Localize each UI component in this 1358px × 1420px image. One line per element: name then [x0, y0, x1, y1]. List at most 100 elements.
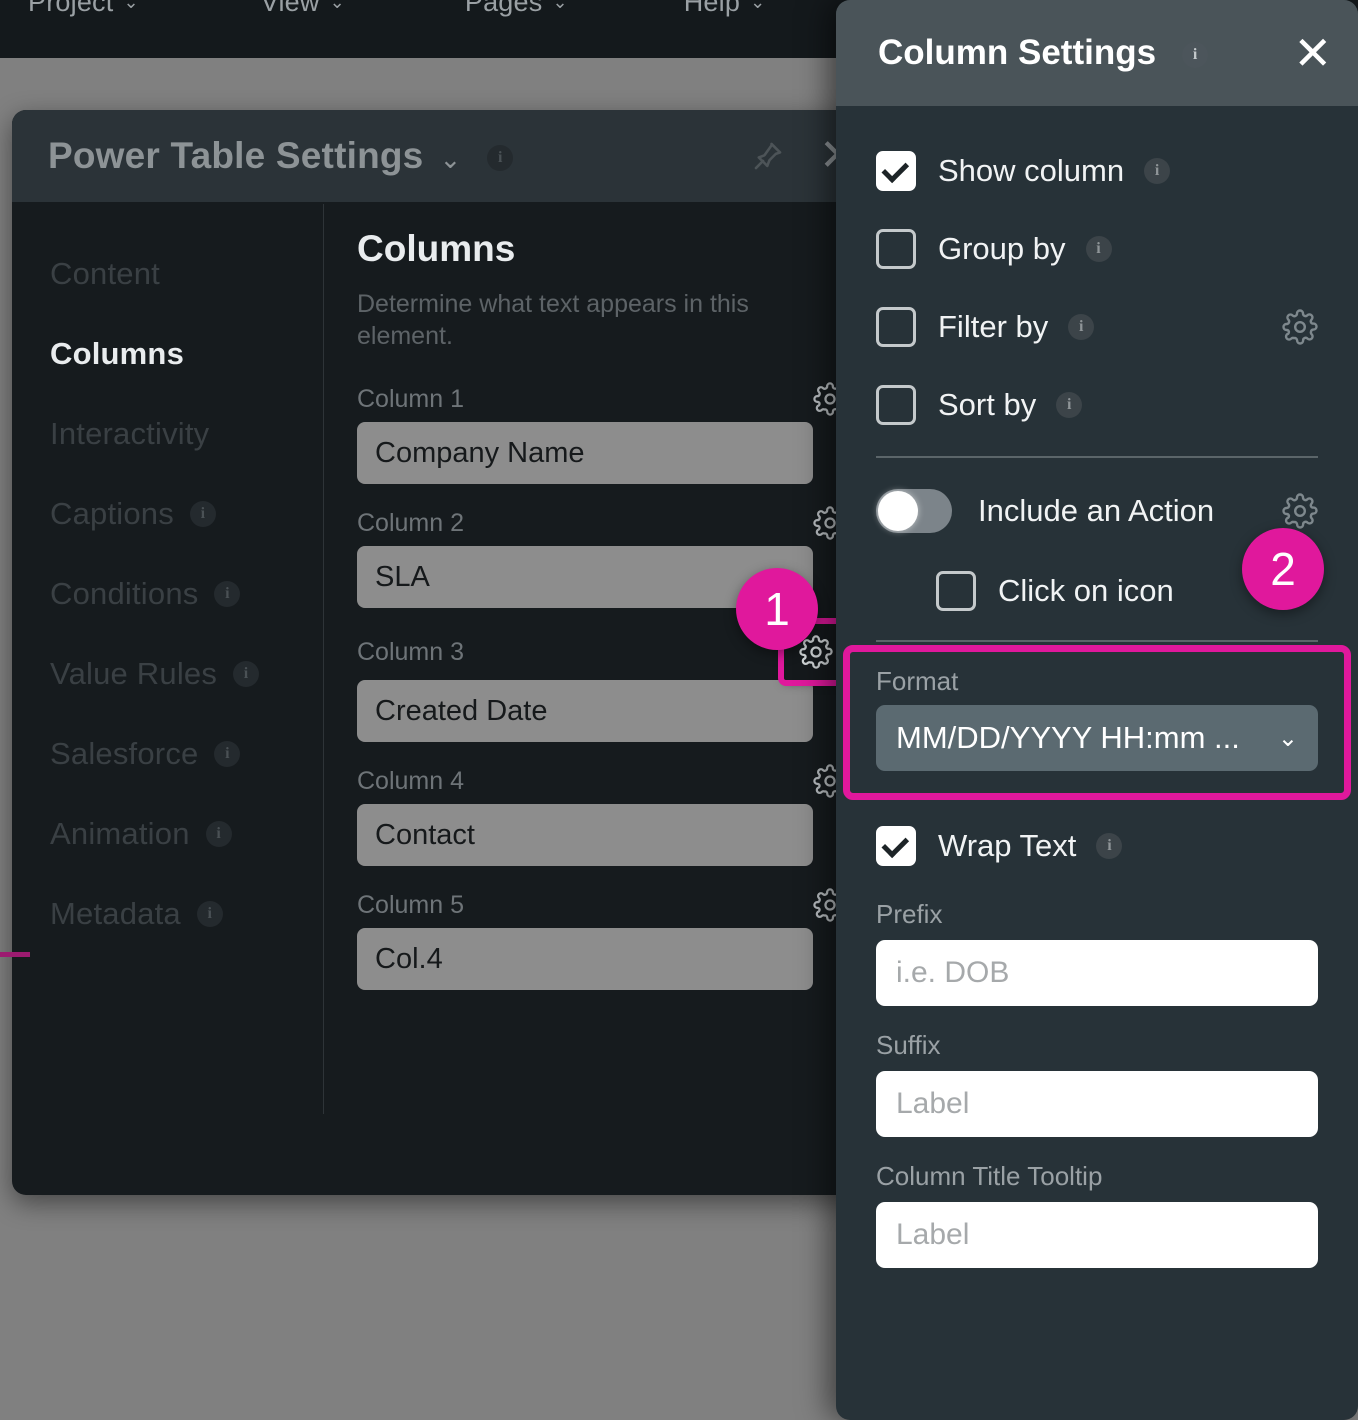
column-field-header: Column 4: [357, 758, 852, 804]
sidebar-item-label: Conditions: [50, 576, 199, 611]
menu-item-help[interactable]: Help ⌄: [656, 0, 794, 18]
menu-item-view[interactable]: View ⌄: [233, 0, 373, 18]
menu-item-label: Help: [683, 0, 741, 17]
info-icon[interactable]: i: [1056, 392, 1083, 418]
column-field-4: Column 4 Contact: [357, 758, 852, 866]
checkbox-wrap-text[interactable]: [876, 826, 916, 866]
checkbox-show-column[interactable]: [876, 151, 916, 191]
sidebar-item-value-rules[interactable]: Value Rules i: [50, 634, 323, 714]
column-title-tooltip-field-group: Column Title Tooltip Label: [876, 1161, 1318, 1268]
menu-item-pages[interactable]: Pages ⌄: [437, 0, 596, 18]
close-icon[interactable]: ✕: [1293, 30, 1332, 76]
chevron-down-icon: ⌄: [750, 0, 766, 12]
checkbox-label: Show column: [938, 153, 1125, 188]
info-icon[interactable]: i: [196, 901, 223, 927]
sidebar-item-conditions[interactable]: Conditions i: [50, 554, 323, 634]
sidebar-item-metadata[interactable]: Metadata i: [50, 874, 323, 954]
info-icon[interactable]: i: [1068, 314, 1095, 340]
menu-items: Project ⌄ View ⌄ Pages ⌄ Help ⌄: [0, 0, 793, 24]
pin-icon[interactable]: [751, 139, 785, 173]
column-field-header: Column 5: [357, 882, 852, 928]
checkbox-row-group-by[interactable]: Group by i: [876, 210, 1318, 288]
chevron-down-icon[interactable]: ⌄: [439, 144, 461, 175]
checkbox-group-by[interactable]: [876, 229, 916, 269]
column-name-input-3[interactable]: Created Date: [357, 680, 813, 742]
info-icon[interactable]: i: [487, 144, 514, 171]
annotation-badge-2: 2: [1242, 528, 1324, 610]
gear-icon[interactable]: [1282, 493, 1318, 529]
annotation-badge-1: 1: [736, 568, 818, 650]
sidebar-item-content[interactable]: Content: [50, 234, 323, 314]
info-icon[interactable]: i: [205, 821, 232, 847]
info-icon[interactable]: i: [1144, 158, 1171, 184]
sidebar-item-interactivity[interactable]: Interactivity: [50, 394, 323, 474]
column-settings-body: Show column i Group by i Filter by i Sor…: [836, 106, 1358, 1268]
sidebar-item-label: Content: [50, 256, 160, 291]
power-table-settings-header: Power Table Settings ⌄ i ✕: [12, 110, 900, 202]
info-icon[interactable]: i: [1182, 41, 1209, 68]
format-select[interactable]: MM/DD/YYYY HH:mm ... ⌄: [876, 705, 1318, 771]
checkbox-sort-by[interactable]: [876, 385, 916, 425]
checkbox-label: Filter by: [938, 309, 1049, 344]
info-icon[interactable]: i: [1085, 236, 1112, 262]
column-settings-header: Column Settings i ✕: [836, 0, 1358, 106]
gear-icon[interactable]: [1282, 309, 1318, 345]
checkbox-row-show-column[interactable]: Show column i: [876, 132, 1318, 210]
info-icon[interactable]: i: [233, 661, 260, 687]
include-action-toggle[interactable]: [876, 489, 952, 533]
column-name-input-1[interactable]: Company Name: [357, 422, 813, 484]
checkbox-filter-by[interactable]: [876, 307, 916, 347]
section-divider: [876, 640, 1318, 642]
format-label: Format: [876, 666, 959, 696]
column-title-tooltip-label: Column Title Tooltip: [876, 1161, 1103, 1191]
column-field-label: Column 5: [357, 890, 464, 919]
column-name-input-4[interactable]: Contact: [357, 804, 813, 866]
checkbox-label: Wrap Text: [938, 828, 1077, 863]
sidebar-item-columns[interactable]: Columns: [50, 314, 323, 394]
sidebar-item-label: Animation: [50, 816, 190, 851]
annotation-edge-marker: [0, 952, 30, 957]
column-field-label: Column 2: [357, 508, 464, 537]
column-name-input-5[interactable]: Col.4: [357, 928, 813, 990]
column-settings-panel: Column Settings i ✕ Show column i Group …: [836, 0, 1358, 1420]
checkbox-click-on-icon[interactable]: [936, 571, 976, 611]
prefix-label: Prefix: [876, 899, 943, 929]
suffix-input[interactable]: Label: [876, 1071, 1318, 1137]
sidebar-item-label: Columns: [50, 336, 185, 371]
section-divider: [876, 456, 1318, 458]
chevron-down-icon: ⌄: [329, 0, 345, 12]
sidebar-item-label: Interactivity: [50, 416, 210, 451]
suffix-field-group: Suffix Label: [876, 1030, 1318, 1137]
sidebar-item-captions[interactable]: Captions i: [50, 474, 323, 554]
checkbox-label: Click on icon: [998, 573, 1174, 608]
info-icon[interactable]: i: [189, 501, 216, 527]
checkbox-label: Sort by: [938, 387, 1037, 422]
sidebar-item-label: Value Rules: [50, 656, 218, 691]
sidebar-item-animation[interactable]: Animation i: [50, 794, 323, 874]
column-title-tooltip-input[interactable]: Label: [876, 1202, 1318, 1268]
info-icon[interactable]: i: [214, 741, 241, 767]
checkbox-row-wrap-text[interactable]: Wrap Text i: [876, 803, 1318, 889]
checkbox-label: Group by: [938, 231, 1066, 266]
info-icon[interactable]: i: [1096, 833, 1123, 859]
section-description: Determine what text appears in this elem…: [357, 290, 749, 350]
checkbox-row-sort-by[interactable]: Sort by i: [876, 366, 1318, 444]
info-icon[interactable]: i: [214, 581, 241, 607]
power-table-settings-body: Content Columns Interactivity Captions i…: [12, 202, 900, 1195]
screen-root: Project ⌄ View ⌄ Pages ⌄ Help ⌄ Power Ta…: [0, 0, 1358, 1420]
sidebar-item-salesforce[interactable]: Salesforce i: [50, 714, 323, 794]
prefix-field-group: Prefix i.e. DOB: [876, 899, 1318, 1006]
section-heading: Columns: [357, 228, 516, 269]
sidebar-item-label: Captions: [50, 496, 174, 531]
column-field-header: Column 1: [357, 376, 852, 422]
chevron-down-icon: ⌄: [123, 0, 139, 12]
menu-item-project[interactable]: Project ⌄: [0, 0, 167, 18]
chevron-down-icon: ⌄: [552, 0, 568, 12]
power-table-settings-panel: Power Table Settings ⌄ i ✕ Content: [12, 110, 900, 1195]
checkbox-row-filter-by[interactable]: Filter by i: [876, 288, 1318, 366]
sidebar-item-label: Salesforce: [50, 736, 199, 771]
prefix-input[interactable]: i.e. DOB: [876, 940, 1318, 1006]
format-select-value: MM/DD/YYYY HH:mm ...: [896, 720, 1240, 755]
column-field-label: Column 3: [357, 637, 464, 666]
menu-item-label: Project: [28, 0, 114, 17]
